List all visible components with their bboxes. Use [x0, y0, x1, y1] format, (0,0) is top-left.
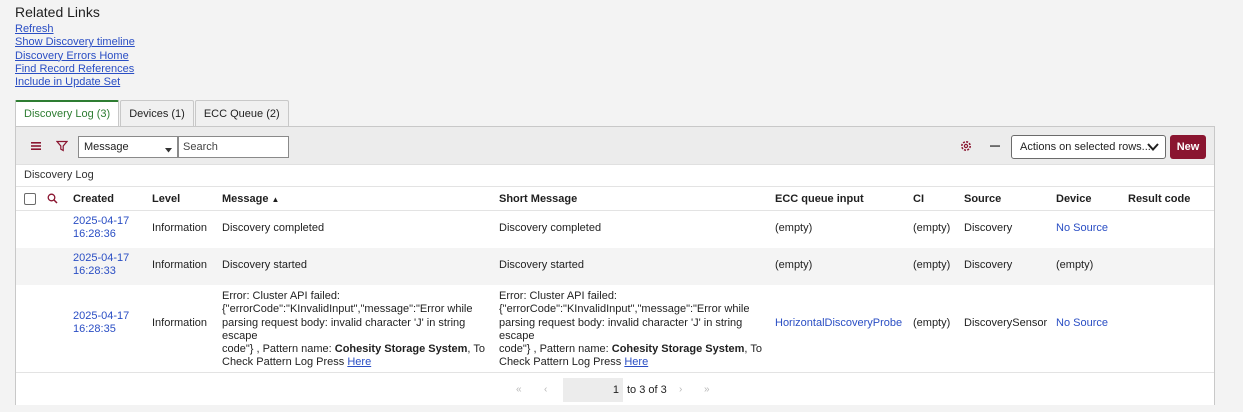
new-button[interactable]: New [1170, 135, 1206, 159]
device-cell: (empty) [1056, 259, 1094, 271]
message-line: {"errorCode":"KInvalidInput","message":"… [222, 303, 473, 316]
device-link[interactable]: No Source [1056, 317, 1108, 330]
column-header-ci[interactable]: CI [913, 193, 924, 206]
related-list-tabs: Discovery Log (3) Devices (1) ECC Queue … [15, 100, 290, 126]
device-link[interactable]: No Source [1056, 222, 1108, 235]
next-page-icon[interactable]: › [679, 384, 682, 395]
level-cell: Information [152, 259, 208, 271]
link-show-discovery-timeline[interactable]: Show Discovery timeline [15, 36, 135, 49]
link-refresh[interactable]: Refresh [15, 23, 135, 36]
tab-devices[interactable]: Devices (1) [120, 100, 194, 126]
first-page-icon[interactable]: « [516, 384, 522, 395]
created-link[interactable]: 2025-04-17 16:28:35 [73, 310, 129, 337]
column-header-message-label: Message [222, 193, 269, 205]
link-find-record-references[interactable]: Find Record References [15, 63, 135, 76]
tab-ecc-queue[interactable]: ECC Queue (2) [194, 100, 289, 126]
list-toolbar: Message Actions on selected rows... New [16, 127, 1214, 165]
column-header-message[interactable]: Message ▲ [222, 193, 279, 206]
created-date: 2025-04-17 [73, 310, 130, 322]
related-links: Related Links Refresh Show Discovery tim… [15, 4, 135, 89]
message-line: Error: Cluster API failed: [499, 290, 617, 302]
ci-cell: (empty) [913, 259, 951, 271]
column-header-level[interactable]: Level [152, 193, 180, 206]
column-header-created[interactable]: Created [73, 193, 114, 206]
hamburger-menu-icon[interactable] [28, 138, 44, 154]
table-row: 2025-04-17 16:28:35 Information Error: C… [16, 285, 1214, 371]
collapse-icon[interactable] [987, 138, 1003, 154]
related-links-title: Related Links [15, 4, 100, 20]
created-time: 16:28:35 [73, 323, 116, 336]
ci-cell: (empty) [913, 317, 951, 329]
message-line: parsing request body: invalid character … [499, 316, 743, 342]
column-header-ecc-queue-input[interactable]: ECC queue input [775, 193, 864, 206]
filter-icon[interactable] [54, 138, 70, 154]
last-page-icon[interactable]: » [704, 384, 710, 395]
level-cell: Information [152, 317, 208, 329]
source-cell: Discovery [964, 222, 1013, 234]
select-all-checkbox[interactable] [24, 193, 36, 205]
ecc-queue-input-cell: (empty) [775, 259, 813, 271]
table-row: 2025-04-17 16:28:33 Information Discover… [16, 248, 1214, 285]
message-line: code"} , Pattern name: [499, 343, 612, 356]
tab-devices-label: Devices (1) [129, 107, 185, 120]
ci-cell: (empty) [913, 222, 951, 234]
column-search-icon[interactable] [47, 193, 58, 208]
link-include-in-update-set[interactable]: Include in Update Set [15, 76, 135, 89]
actions-select-label: Actions on selected rows... [1020, 141, 1151, 153]
table-header-row: Created Level Message ▲ Short Message EC… [16, 186, 1214, 211]
list-title: Discovery Log [24, 169, 94, 181]
caret-down-icon [165, 144, 172, 156]
short-message-cell: Discovery started [499, 259, 584, 271]
gear-icon[interactable] [958, 138, 974, 154]
here-link[interactable]: Here [347, 356, 371, 368]
created-link[interactable]: 2025-04-17 16:28:36 [73, 215, 129, 242]
sort-ascending-icon: ▲ [271, 195, 280, 204]
column-header-short-message[interactable]: Short Message [499, 193, 577, 206]
actions-on-selected-rows-select[interactable]: Actions on selected rows... [1011, 135, 1166, 159]
here-link[interactable]: Here [624, 356, 648, 368]
column-header-result-code[interactable]: Result code [1128, 193, 1190, 206]
message-line: Error: Cluster API failed: [222, 290, 340, 302]
message-line: parsing request body: invalid character … [222, 316, 466, 342]
short-message-cell: Discovery completed [499, 222, 602, 234]
previous-page-icon[interactable]: ‹ [544, 384, 547, 395]
chevron-down-icon [1147, 142, 1159, 155]
message-cell: Error: Cluster API failed: {"errorCode":… [222, 290, 492, 370]
message-line: code"} , Pattern name: [222, 343, 335, 356]
message-cell: Discovery started [222, 259, 307, 271]
column-header-device[interactable]: Device [1056, 193, 1091, 206]
column-header-source[interactable]: Source [964, 193, 1001, 206]
source-cell: DiscoverySensor [964, 317, 1048, 329]
ecc-queue-input-cell: (empty) [775, 222, 813, 234]
level-cell: Information [152, 222, 208, 234]
discovery-log-panel: Message Actions on selected rows... New … [15, 126, 1215, 405]
created-time: 16:28:36 [73, 228, 116, 241]
link-discovery-errors-home[interactable]: Discovery Errors Home [15, 50, 135, 63]
tab-ecc-queue-label: ECC Queue (2) [203, 107, 280, 120]
source-cell: Discovery [964, 259, 1013, 271]
message-line: Check Pattern Log Press [499, 356, 625, 369]
table-row: 2025-04-17 16:28:36 Information Discover… [16, 211, 1214, 248]
message-cell: Discovery completed [222, 222, 325, 234]
page-number-input[interactable] [563, 378, 623, 402]
tab-discovery-log-label: Discovery Log (3) [24, 108, 111, 120]
created-date: 2025-04-17 [73, 215, 130, 227]
pattern-name: Cohesity Storage System [611, 343, 745, 356]
pattern-name: Cohesity Storage System [334, 343, 468, 356]
search-field-select[interactable]: Message [78, 136, 178, 158]
page-range-text: to 3 of 3 [627, 384, 667, 396]
search-field-select-value: Message [84, 141, 129, 153]
message-line-tail: , To [744, 343, 762, 356]
message-line: Check Pattern Log Press [222, 356, 348, 369]
search-input[interactable] [178, 136, 289, 158]
pagination: « ‹ to 3 of 3 › » [16, 372, 1214, 405]
created-time: 16:28:33 [73, 265, 116, 278]
tab-discovery-log[interactable]: Discovery Log (3) [15, 100, 120, 126]
created-link[interactable]: 2025-04-17 16:28:33 [73, 252, 129, 279]
message-line: {"errorCode":"KInvalidInput","message":"… [499, 303, 750, 316]
ecc-queue-input-link[interactable]: HorizontalDiscoveryProbe [775, 317, 902, 330]
message-line-tail: , To [467, 343, 485, 356]
short-message-cell: Error: Cluster API failed: {"errorCode":… [499, 290, 769, 370]
created-date: 2025-04-17 [73, 252, 130, 264]
